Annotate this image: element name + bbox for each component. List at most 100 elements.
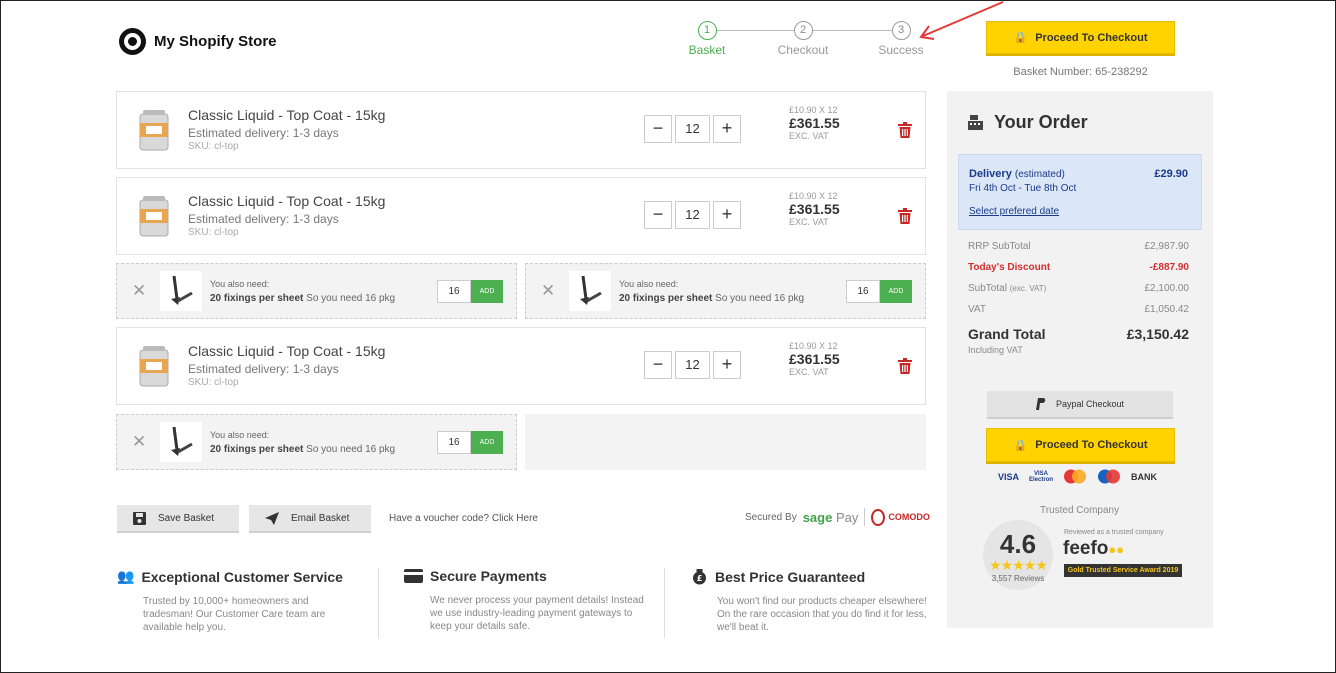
feature-desc: Trusted by 10,000+ homeowners and trades…: [143, 596, 326, 633]
paypal-icon: [1035, 398, 1046, 410]
feefo-logo: feefo●●: [1063, 538, 1124, 560]
add-button[interactable]: ADD: [471, 280, 503, 303]
accessory-rest: So you need 16 pkg: [712, 293, 805, 304]
paint-tin-icon: [139, 110, 169, 151]
vat-note: EXC. VAT: [789, 131, 829, 141]
add-button[interactable]: ADD: [471, 431, 503, 454]
quantity-input[interactable]: 12: [675, 115, 710, 143]
delivery-label-text: Delivery: [969, 168, 1012, 180]
email-label: Email Basket: [291, 512, 350, 524]
item-price: £10.90 X 12 £361.55 EXC. VAT: [789, 105, 840, 141]
step-number: 3: [891, 21, 911, 40]
store-logo[interactable]: My Shopify Store: [119, 28, 277, 55]
accessory-card: ✕ You also need: 20 fixings per sheet So…: [116, 414, 517, 470]
trash-icon[interactable]: [898, 122, 912, 138]
quantity-stepper: − 12 +: [644, 201, 741, 229]
step-label: Basket: [688, 43, 726, 57]
empty-accessory-slot: [525, 414, 926, 470]
quantity-input[interactable]: 12: [675, 201, 710, 229]
item-delivery: Estimated delivery: 1-3 days: [188, 362, 339, 376]
trash-icon[interactable]: [898, 208, 912, 224]
accessory-text: 20 fixings per sheet So you need 16 pkg: [210, 444, 395, 455]
quantity-stepper: − 12 +: [644, 115, 741, 143]
item-name[interactable]: Classic Liquid - Top Coat - 15kg: [188, 193, 385, 209]
save-label: Save Basket: [158, 512, 215, 524]
select-date-link[interactable]: Select prefered date: [969, 206, 1059, 217]
accessory-bold: 20 fixings per sheet: [210, 444, 304, 455]
bank-transfer-icon: BANK: [1131, 471, 1158, 482]
increase-button[interactable]: +: [713, 201, 741, 229]
fixing-screw-icon: [160, 422, 202, 462]
accessory-intro: You also need:: [619, 279, 679, 289]
proceed-to-checkout-button[interactable]: 🔒 Proceed To Checkout: [986, 428, 1175, 462]
pay-text: Pay: [835, 509, 859, 525]
feefo-award-badge: Gold Trusted Service Award 2019: [1064, 564, 1182, 577]
accessory-qty-input[interactable]: 16: [437, 280, 471, 303]
decrease-button[interactable]: −: [644, 201, 672, 229]
accessory-intro: You also need:: [210, 279, 270, 289]
checkout-label: Proceed To Checkout: [1035, 31, 1148, 44]
step-number: 1: [697, 21, 717, 40]
feefo-eyes-icon: ●●: [1108, 542, 1125, 557]
accessory-rest: So you need 16 pkg: [303, 444, 396, 455]
unit-price: £10.90 X 12: [789, 341, 838, 351]
feature-desc: You won't find our products cheaper else…: [717, 596, 928, 633]
paint-tin-icon: [139, 196, 169, 237]
order-title: Your Order: [967, 112, 1088, 133]
trusted-company-label: Trusted Company: [1040, 505, 1120, 516]
accessory-qty-input[interactable]: 16: [846, 280, 880, 303]
dismiss-icon[interactable]: ✕: [132, 433, 146, 450]
voucher-link[interactable]: Have a voucher code? Click Here: [389, 513, 538, 524]
accessory-qty-input[interactable]: 16: [437, 431, 471, 454]
step-number: 2: [793, 21, 813, 40]
money-bag-icon: £: [693, 569, 706, 585]
feature-title: Best Price Guaranteed: [715, 568, 866, 585]
delivery-amount: £29.90: [1154, 168, 1188, 180]
comodo-text: COMODO: [888, 512, 930, 522]
quantity-stepper: − 12 +: [644, 351, 741, 379]
step-checkout: 2 Checkout: [763, 21, 843, 57]
credit-card-icon: [404, 569, 423, 583]
proceed-to-checkout-button[interactable]: 🔒 Proceed To Checkout: [986, 21, 1175, 54]
vat-note: EXC. VAT: [789, 367, 829, 377]
step-basket: 1 Basket: [667, 21, 747, 57]
save-basket-button[interactable]: Save Basket: [117, 505, 239, 533]
dismiss-icon[interactable]: ✕: [541, 282, 555, 299]
line-total: £361.55: [789, 115, 840, 131]
accessory-text: 20 fixings per sheet So you need 16 pkg: [619, 293, 804, 304]
trash-icon[interactable]: [898, 358, 912, 374]
paypal-checkout-button[interactable]: Paypal Checkout: [987, 391, 1173, 419]
sage-text: sage: [802, 509, 833, 525]
star-rating-icon: ★★★★★: [989, 557, 1048, 573]
item-sku: SKU: cl-top: [188, 377, 239, 388]
dismiss-icon[interactable]: ✕: [132, 282, 146, 299]
visa-icon: VISA: [998, 471, 1020, 482]
secured-by: Secured By sage Pay COMODO: [745, 508, 930, 526]
quantity-input[interactable]: 12: [675, 351, 710, 379]
feature-desc: We never process your payment details! I…: [430, 595, 644, 632]
rrp-subtotal-row: RRP SubTotal £2,987.90: [968, 241, 1189, 252]
basket-item: Classic Liquid - Top Coat - 15kg Estimat…: [116, 177, 926, 255]
decrease-button[interactable]: −: [644, 115, 672, 143]
increase-button[interactable]: +: [713, 351, 741, 379]
lock-icon: 🔒: [1013, 32, 1028, 44]
lock-icon: 🔒: [1013, 439, 1028, 452]
divider: [864, 508, 866, 526]
item-name[interactable]: Classic Liquid - Top Coat - 15kg: [188, 107, 385, 123]
increase-button[interactable]: +: [713, 115, 741, 143]
decrease-button[interactable]: −: [644, 351, 672, 379]
feefo-text: feefo: [1063, 538, 1109, 559]
row-label: VAT: [968, 304, 986, 315]
feefo-reviewed-label: Reviewed as a trusted company: [1064, 529, 1164, 536]
fixing-screw-icon: [160, 271, 202, 311]
store-name: My Shopify Store: [154, 33, 277, 50]
accessory-card: ✕ You also need: 20 fixings per sheet So…: [525, 263, 926, 319]
row-value: £2,100.00: [1144, 283, 1190, 294]
item-name[interactable]: Classic Liquid - Top Coat - 15kg: [188, 343, 385, 359]
email-basket-button[interactable]: Email Basket: [249, 505, 371, 533]
accessory-card: ✕ You also need: 20 fixings per sheet So…: [116, 263, 517, 319]
item-sku: SKU: cl-top: [188, 141, 239, 152]
row-value: £1,050.42: [1144, 304, 1190, 315]
add-button[interactable]: ADD: [880, 280, 912, 303]
order-title-text: Your Order: [994, 112, 1088, 132]
